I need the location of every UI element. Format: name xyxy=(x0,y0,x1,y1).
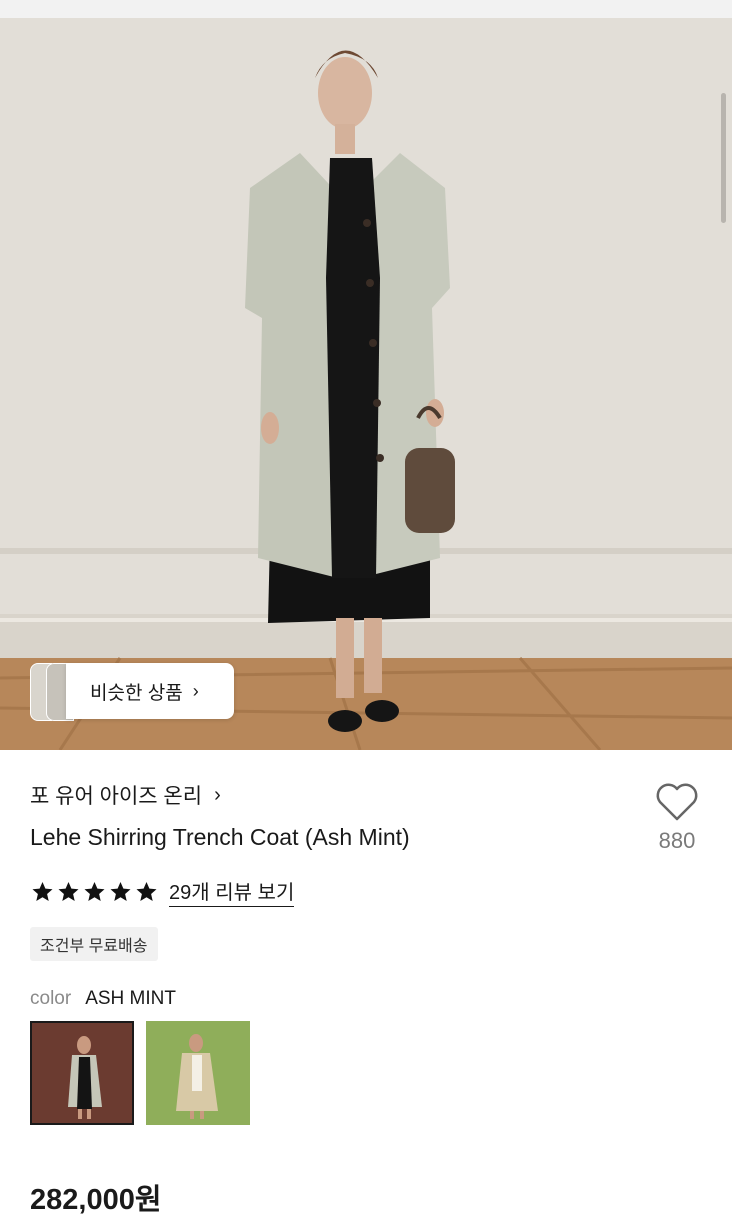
status-strip xyxy=(0,0,732,18)
star-icon xyxy=(84,881,105,901)
color-swatches xyxy=(30,1021,250,1125)
brand-link[interactable]: 포 유어 아이즈 온리 › xyxy=(30,780,221,810)
heart-icon xyxy=(656,783,698,821)
swatch-image xyxy=(32,1023,132,1123)
color-option-beige[interactable] xyxy=(146,1021,250,1125)
product-image[interactable] xyxy=(0,18,732,750)
brand-name: 포 유어 아이즈 온리 xyxy=(30,785,203,808)
star-icon xyxy=(58,881,79,901)
product-title: Lehe Shirring Trench Coat (Ash Mint) xyxy=(30,824,410,850)
star-icon xyxy=(110,881,131,901)
reviews-link[interactable]: 29개 리뷰 보기 xyxy=(169,876,295,907)
similar-products-label: 비슷한 상품 xyxy=(90,682,183,704)
star-icon xyxy=(136,881,157,901)
similar-products-pill[interactable]: 비슷한 상품 › xyxy=(66,663,234,719)
color-value: ASH MINT xyxy=(85,988,176,1009)
image-scroll-thumb[interactable] xyxy=(721,93,726,223)
chevron-right-icon: › xyxy=(214,783,221,806)
rating-stars xyxy=(30,880,159,904)
star-icon xyxy=(32,881,53,901)
like-count: 880 xyxy=(658,828,696,853)
shipping-badge: 조건부 무료배송 xyxy=(30,927,158,961)
like-button[interactable]: 880 xyxy=(640,782,714,854)
color-label: color xyxy=(30,988,72,1009)
product-photo-illustration xyxy=(0,18,732,750)
rating-row: 29개 리뷰 보기 xyxy=(30,876,295,907)
chevron-right-icon: › xyxy=(192,680,199,701)
color-row: color ASH MINT xyxy=(30,988,176,1010)
swatch-image xyxy=(146,1021,250,1125)
product-price: 282,000원 xyxy=(30,1184,162,1216)
color-option-ash-mint[interactable] xyxy=(30,1021,134,1125)
similar-products-button[interactable]: 비슷한 상품 › xyxy=(30,663,234,721)
